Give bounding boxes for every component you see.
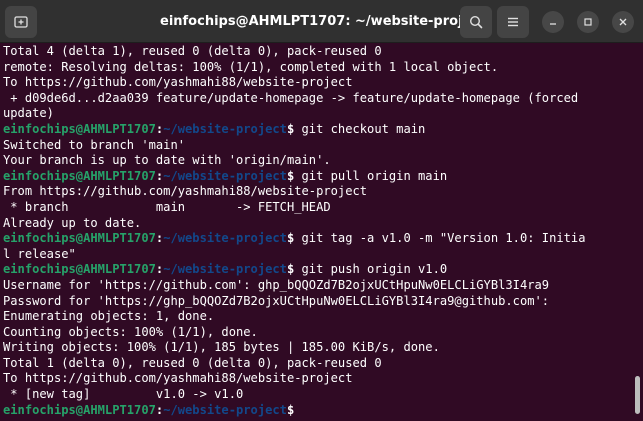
prompt-line: einfochips@AHMLPT1707:~/website-project$… bbox=[3, 231, 632, 247]
maximize-button[interactable] bbox=[577, 11, 599, 33]
prompt-path: ~/website-project bbox=[163, 262, 287, 277]
hamburger-menu-icon bbox=[505, 14, 521, 30]
output-line: To https://github.com/yashmahi88/website… bbox=[3, 371, 353, 386]
terminal-output[interactable]: Total 4 (delta 1), reused 0 (delta 0), p… bbox=[0, 43, 632, 421]
output-line: remote: Resolving deltas: 100% (1/1), co… bbox=[3, 59, 499, 74]
prompt-user-host: einfochips@AHMLPT1707 bbox=[3, 168, 156, 183]
output-line: Switched to branch 'main' bbox=[3, 137, 186, 152]
prompt-line: einfochips@AHMLPT1707:~/website-project$… bbox=[3, 262, 632, 278]
scrollbar-thumb[interactable] bbox=[635, 376, 640, 414]
prompt-line: einfochips@AHMLPT1707:~/website-project$… bbox=[3, 122, 632, 138]
output-line: To https://github.com/yashmahi88/website… bbox=[3, 75, 353, 90]
scrollbar[interactable] bbox=[632, 43, 643, 421]
output-line: Total 1 (delta 0), reused 0 (delta 0), p… bbox=[3, 355, 382, 370]
output-line: * [new tag] v1.0 -> v1.0 bbox=[3, 387, 244, 402]
output-line: Enumerating objects: 1, done. bbox=[3, 309, 215, 324]
window-title: einfochips@AHMLPT1707: ~/website-project bbox=[160, 14, 486, 29]
command-text: git pull origin main bbox=[294, 168, 448, 183]
prompt-line: einfochips@AHMLPT1707:~/website-project$… bbox=[3, 169, 632, 185]
menu-button[interactable] bbox=[497, 6, 529, 38]
maximize-icon bbox=[583, 17, 593, 27]
close-icon bbox=[618, 17, 628, 27]
title-bar: einfochips@AHMLPT1707: ~/website-project bbox=[0, 0, 643, 43]
command-text: git checkout main bbox=[294, 121, 426, 136]
terminal-plus-icon bbox=[13, 14, 29, 30]
command-text: git push origin v1.0 bbox=[294, 262, 448, 277]
output-line: Counting objects: 100% (1/1), done. bbox=[3, 324, 258, 339]
search-icon bbox=[468, 14, 484, 30]
output-line: From https://github.com/yashmahi88/websi… bbox=[3, 184, 368, 199]
prompt-path: ~/website-project bbox=[163, 402, 287, 417]
prompt-user-host: einfochips@AHMLPT1707 bbox=[3, 121, 156, 136]
prompt-symbol: $ bbox=[286, 402, 295, 417]
prompt-path: ~/website-project bbox=[163, 231, 287, 246]
prompt-user-host: einfochips@AHMLPT1707 bbox=[3, 262, 156, 277]
minimize-button[interactable] bbox=[542, 11, 564, 33]
output-line: Already up to date. bbox=[3, 215, 142, 230]
new-tab-button[interactable] bbox=[5, 6, 37, 38]
minimize-icon bbox=[548, 17, 558, 27]
command-text: git tag -a v1.0 -m "Version 1.0: Initia bbox=[294, 231, 586, 246]
prompt-line: einfochips@AHMLPT1707:~/website-project$ bbox=[3, 403, 632, 419]
close-button[interactable] bbox=[612, 11, 634, 33]
output-line: update) bbox=[3, 106, 54, 121]
output-line: * branch main -> FETCH_HEAD bbox=[3, 199, 331, 214]
output-line: Writing objects: 100% (1/1), 185 bytes |… bbox=[3, 340, 440, 355]
output-line: Password for 'https://ghp_bQQOZd7B2ojxUC… bbox=[3, 293, 550, 308]
output-line: Username for 'https://github.com': ghp_b… bbox=[3, 277, 550, 292]
output-line: Your branch is up to date with 'origin/m… bbox=[3, 153, 331, 168]
output-line: + d09de6d...d2aa039 feature/update-homep… bbox=[3, 90, 579, 105]
terminal-window: einfochips@AHMLPT1707: ~/website-project bbox=[0, 0, 643, 421]
prompt-user-host: einfochips@AHMLPT1707 bbox=[3, 402, 156, 417]
prompt-user-host: einfochips@AHMLPT1707 bbox=[3, 231, 156, 246]
output-line: Total 4 (delta 1), reused 0 (delta 0), p… bbox=[3, 44, 382, 58]
search-button[interactable] bbox=[460, 6, 492, 38]
output-line: l release" bbox=[3, 246, 76, 261]
prompt-path: ~/website-project bbox=[163, 121, 287, 136]
prompt-path: ~/website-project bbox=[163, 168, 287, 183]
